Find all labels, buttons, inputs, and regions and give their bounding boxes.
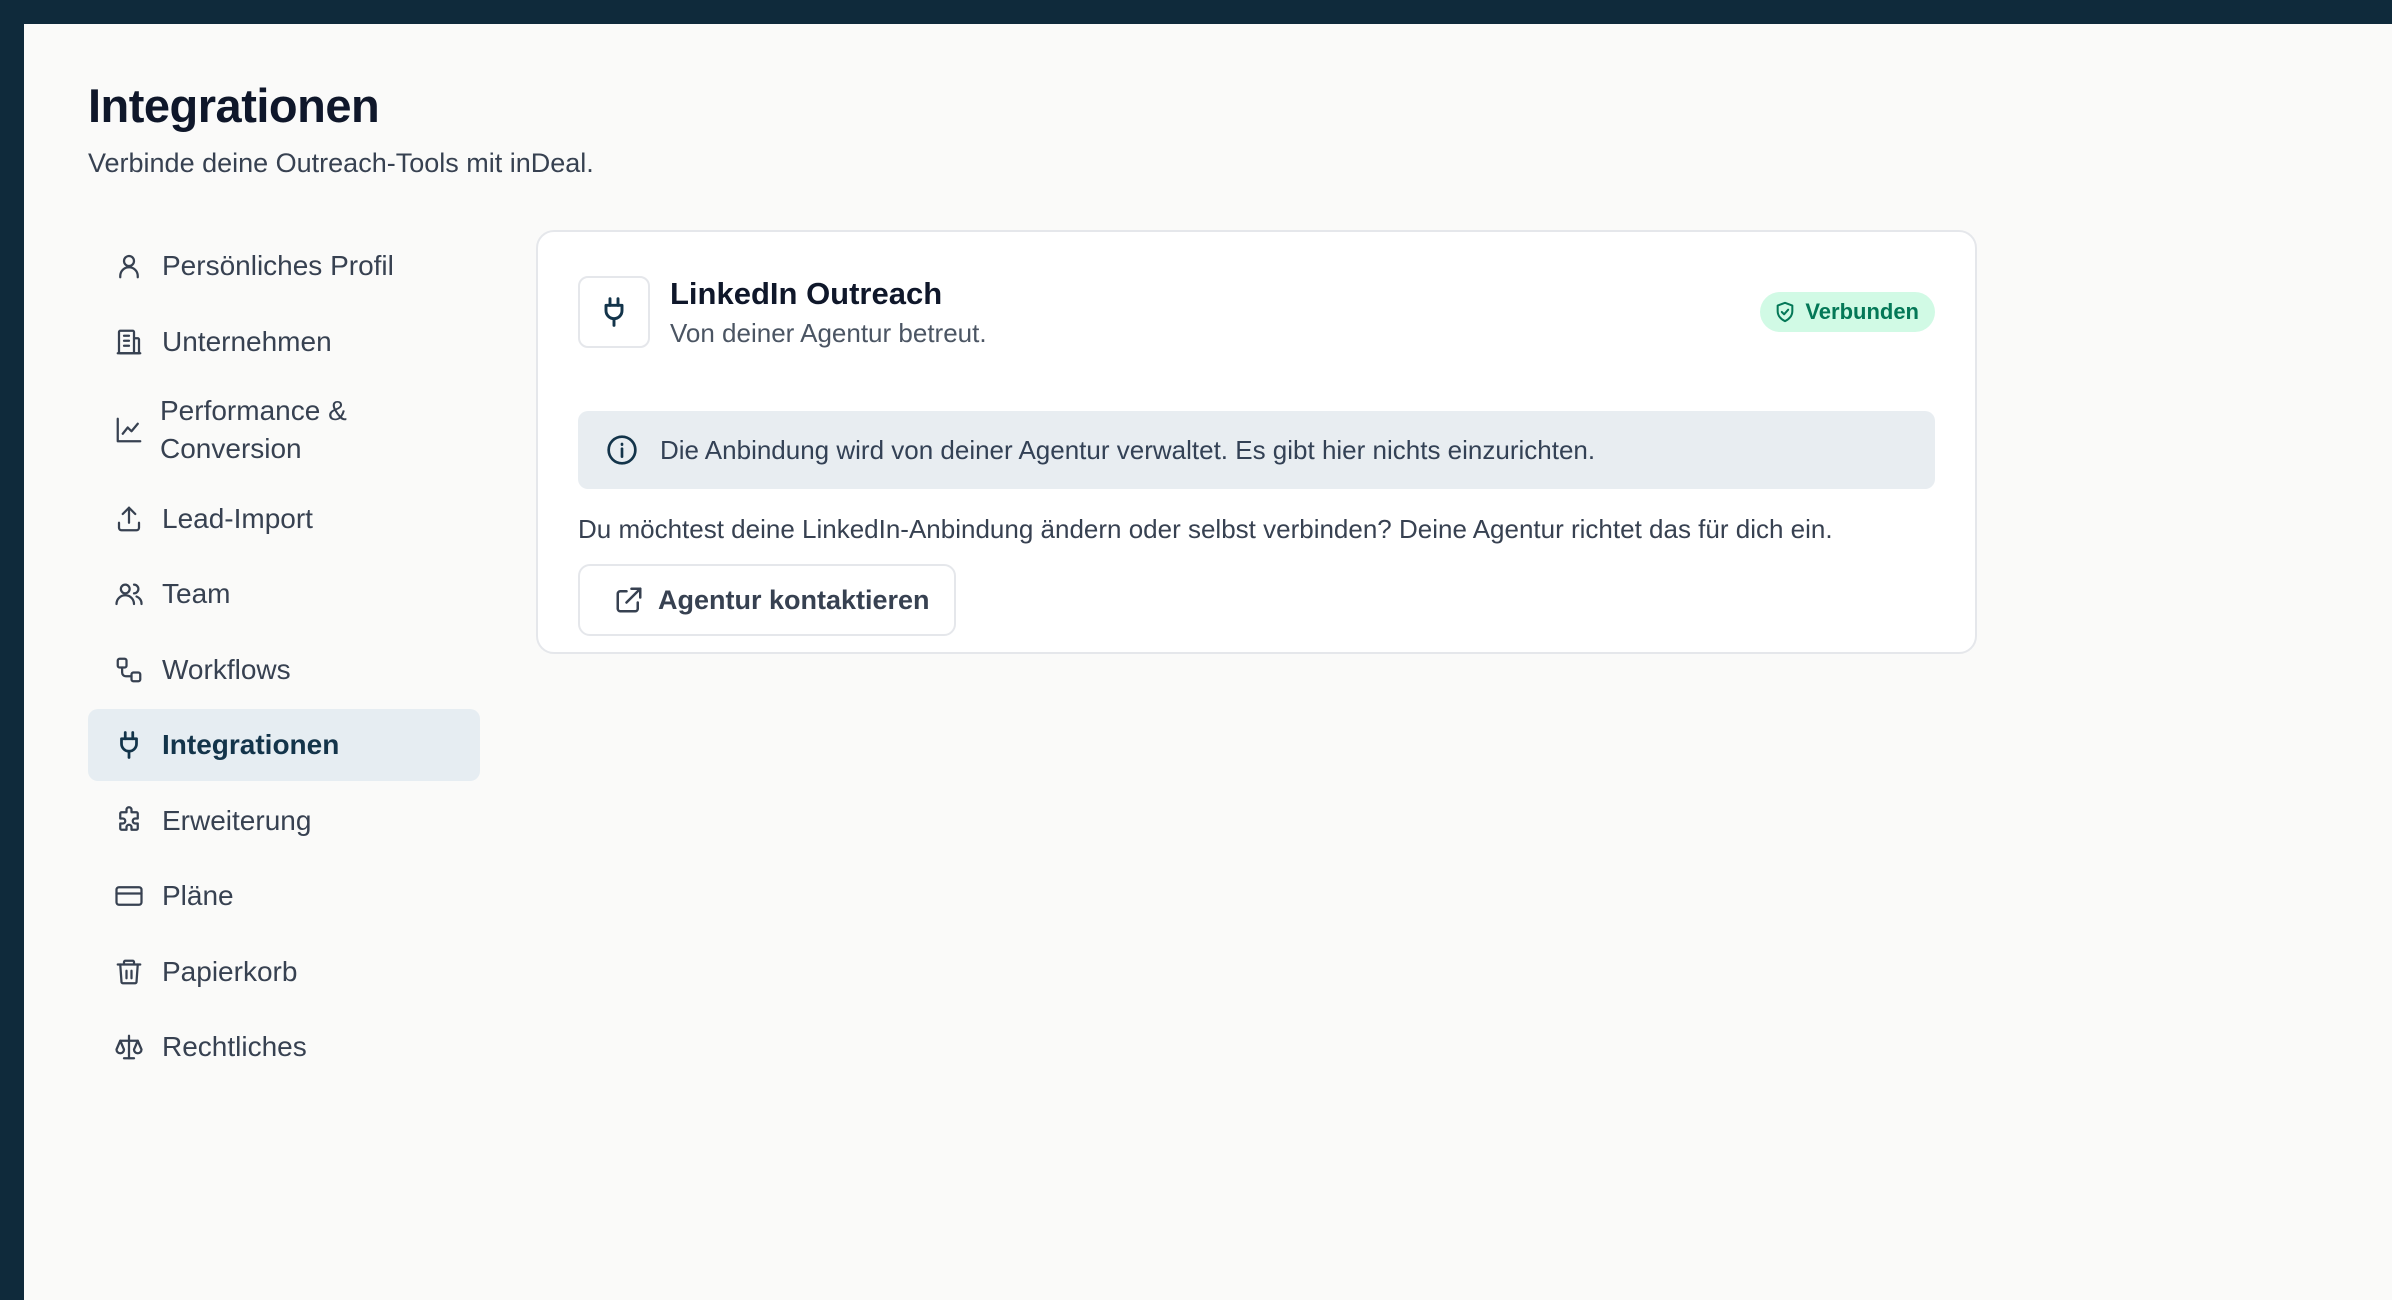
sidebar-item-team[interactable]: Team bbox=[88, 558, 480, 630]
integration-description: Von deiner Agentur betreut. bbox=[670, 318, 987, 348]
user-icon bbox=[114, 251, 144, 281]
sidebar-item-lead-import[interactable]: Lead-Import bbox=[88, 483, 480, 555]
sidebar-item-workflows[interactable]: Workflows bbox=[88, 634, 480, 706]
sidebar-item-extension[interactable]: Erweiterung bbox=[88, 785, 480, 857]
upload-icon bbox=[114, 504, 144, 534]
sidebar-item-legal[interactable]: Rechtliches bbox=[88, 1011, 480, 1083]
info-banner: Die Anbindung wird von deiner Agentur ve… bbox=[578, 411, 1935, 489]
status-label: Verbunden bbox=[1805, 299, 1919, 324]
contact-agency-label: Agentur kontaktieren bbox=[658, 584, 930, 615]
sidebar-item-label: Workflows bbox=[162, 653, 291, 685]
info-icon bbox=[607, 435, 637, 465]
page-title: Integrationen bbox=[88, 79, 380, 132]
app-frame: Integrationen Verbinde deine Outreach-To… bbox=[24, 24, 2392, 1300]
sidebar-item-label: Unternehmen bbox=[162, 325, 332, 357]
settings-sidebar: Persönliches Profil Unternehmen Performa… bbox=[88, 230, 480, 1087]
integration-card-linkedin: LinkedIn Outreach Von deiner Agentur bet… bbox=[536, 230, 1977, 654]
help-text: Du möchtest deine LinkedIn-Anbindung änd… bbox=[578, 514, 1833, 544]
sidebar-item-label: Team bbox=[162, 578, 231, 609]
status-badge: Verbunden bbox=[1760, 292, 1935, 332]
page-subtitle: Verbinde deine Outreach-Tools mit inDeal… bbox=[88, 148, 594, 178]
sidebar-item-label: Persönliches Profil bbox=[162, 250, 394, 281]
contact-agency-button[interactable]: Agentur kontaktieren bbox=[578, 564, 956, 636]
sidebar-item-label: Performance & Conversion bbox=[160, 395, 347, 464]
integration-logo bbox=[578, 276, 650, 348]
external-link-icon bbox=[616, 587, 642, 613]
sidebar-item-company[interactable]: Unternehmen bbox=[88, 306, 480, 378]
sidebar-item-label: Papierkorb bbox=[162, 955, 298, 987]
chart-line-icon bbox=[114, 415, 144, 445]
plug-icon bbox=[114, 730, 144, 760]
sidebar-item-label: Lead-Import bbox=[162, 502, 313, 534]
workflow-icon bbox=[114, 655, 144, 685]
integration-header: LinkedIn Outreach Von deiner Agentur bet… bbox=[578, 276, 1935, 348]
sidebar-item-trash[interactable]: Papierkorb bbox=[88, 936, 480, 1008]
info-text: Die Anbindung wird von deiner Agentur ve… bbox=[660, 434, 1596, 465]
plug-icon bbox=[604, 297, 624, 327]
sidebar-item-label: Erweiterung bbox=[162, 804, 312, 836]
puzzle-icon bbox=[114, 805, 144, 836]
sidebar-item-integrations[interactable]: Integrationen bbox=[88, 709, 480, 781]
users-icon bbox=[114, 579, 144, 609]
sidebar-item-label: Integrationen bbox=[162, 729, 340, 760]
sidebar-item-performance[interactable]: Performance & Conversion bbox=[88, 381, 480, 479]
sidebar-item-label: Pläne bbox=[162, 880, 234, 911]
credit-card-icon bbox=[114, 881, 144, 911]
shield-check-icon bbox=[1776, 301, 1794, 323]
sidebar-item-label: Rechtliches bbox=[162, 1031, 307, 1062]
integration-title: LinkedIn Outreach bbox=[670, 276, 943, 311]
building-icon bbox=[114, 327, 144, 357]
trash-icon bbox=[114, 957, 144, 987]
scale-icon bbox=[114, 1032, 144, 1062]
sidebar-item-plans[interactable]: Pläne bbox=[88, 860, 480, 932]
sidebar-item-profile[interactable]: Persönliches Profil bbox=[88, 230, 480, 302]
